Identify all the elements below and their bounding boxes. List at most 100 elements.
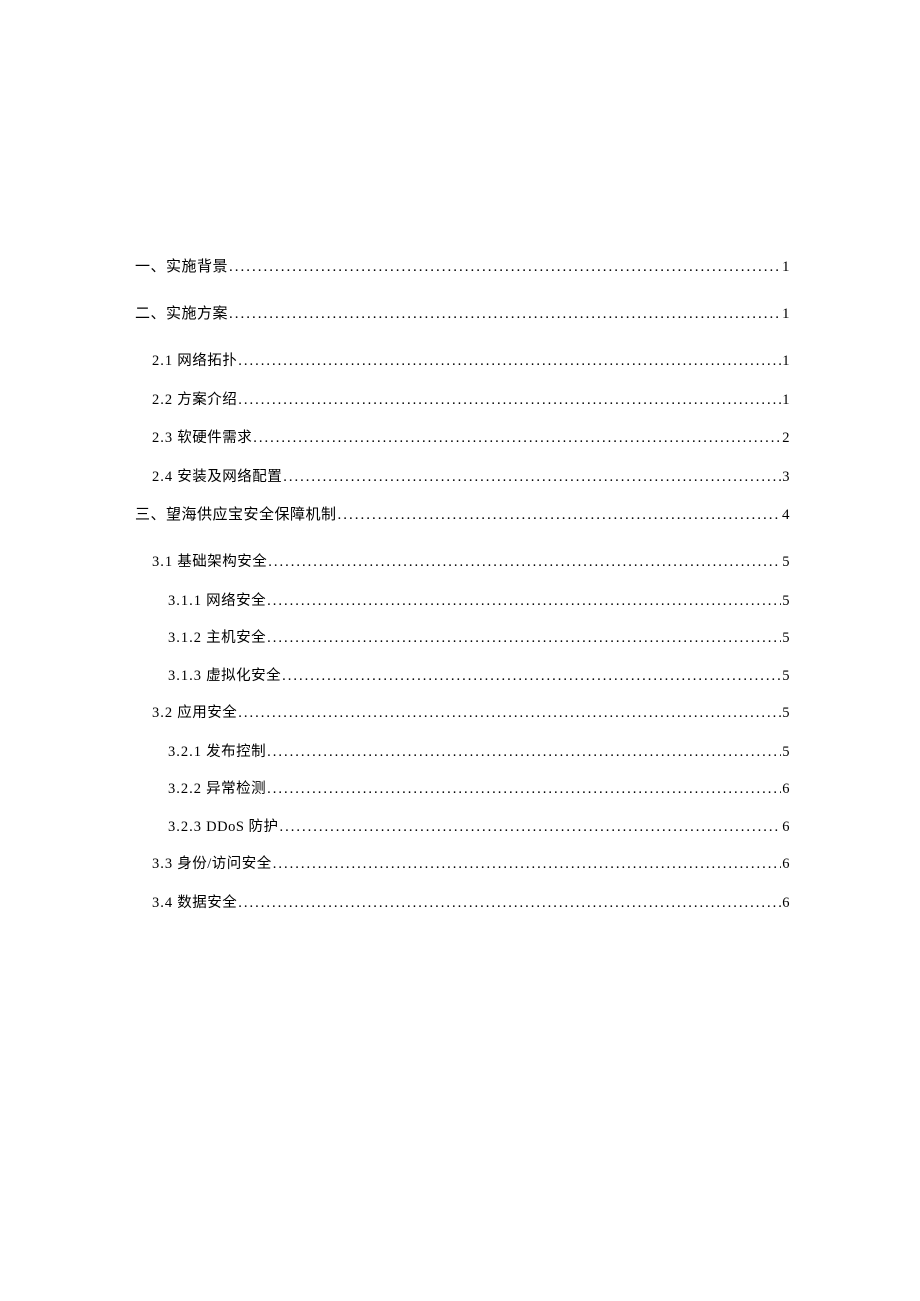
toc-entry-title: 虚拟化安全 [202,668,281,684]
toc-leader-dots [238,706,781,721]
toc-entry-number: 3.1.3 [168,669,202,684]
toc-entry-label: 二、实施方案 [135,307,228,322]
table-of-contents: 一、实施背景 1 二、实施方案 1 2.1 网络拓扑 1 2.2 方案介绍 1 2.3 软硬件需… [135,260,790,910]
toc-entry-number: 3.2 [152,706,173,721]
toc-entry-page: 5 [782,669,790,684]
toc-entry-page: 1 [782,307,790,322]
toc-entry: 3.2.2 异常检测 6 [135,782,790,797]
toc-leader-dots [267,631,781,646]
toc-leader-dots [282,669,781,684]
toc-leader-dots [283,470,781,485]
toc-leader-dots [238,354,781,369]
toc-entry-number: 2.3 [152,431,173,446]
toc-entry-title: 身份/访问安全 [173,856,272,872]
toc-entry-label: 3.4 数据安全 [152,896,237,911]
toc-entry: 3.2 应用安全 5 [135,706,790,721]
toc-entry-page: 6 [782,782,790,797]
toc-leader-dots [267,745,781,760]
toc-entry-title: 网络拓扑 [173,353,237,369]
toc-entry-number: 2.4 [152,470,173,485]
toc-entry-label: 2.1 网络拓扑 [152,354,237,369]
toc-entry-number: 2.1 [152,354,173,369]
toc-entry-page: 6 [782,857,790,872]
toc-entry-page: 1 [782,354,790,369]
toc-entry-label: 3.3 身份/访问安全 [152,857,272,872]
toc-entry-number: 2.2 [152,393,173,408]
toc-entry-page: 6 [782,820,790,835]
toc-entry-label: 3.2 应用安全 [152,706,237,721]
toc-entry-number: 3.1.1 [168,594,202,609]
toc-entry-label: 3.2.3 DDoS 防护 [168,820,279,835]
toc-entry-number: 3.2.1 [168,745,202,760]
toc-entry-number: 3.2.2 [168,782,202,797]
toc-leader-dots [229,307,781,322]
toc-entry-label: 2.3 软硬件需求 [152,431,252,446]
toc-entry-page: 5 [782,594,790,609]
toc-leader-dots [267,782,781,797]
toc-entry-title: 一、实施背景 [135,259,228,275]
toc-entry-title: 网络安全 [202,593,266,609]
toc-entry-label: 3.1.2 主机安全 [168,631,266,646]
toc-entry: 3.3 身份/访问安全 6 [135,857,790,872]
toc-entry-title: 二、实施方案 [135,306,228,322]
toc-entry-page: 3 [782,470,790,485]
toc-entry-page: 1 [782,260,790,275]
toc-entry: 2.3 软硬件需求 2 [135,431,790,446]
toc-entry-title: 三、望海供应宝安全保障机制 [135,507,337,523]
toc-entry: 3.1.2 主机安全 5 [135,631,790,646]
toc-entry-number: 3.4 [152,896,173,911]
toc-entry-title: 安装及网络配置 [173,469,282,485]
toc-entry-label: 3.1 基础架构安全 [152,555,267,570]
toc-entry-page: 5 [782,706,790,721]
toc-leader-dots [238,393,781,408]
document-page: 一、实施背景 1 二、实施方案 1 2.1 网络拓扑 1 2.2 方案介绍 1 2.3 软硬件需… [0,0,920,910]
toc-entry: 三、望海供应宝安全保障机制 4 [135,508,790,523]
toc-entry-title: 数据安全 [173,895,237,911]
toc-entry-label: 一、实施背景 [135,260,228,275]
toc-leader-dots [229,260,781,275]
toc-entry: 3.1 基础架构安全 5 [135,555,790,570]
toc-entry-title: 异常检测 [202,781,266,797]
toc-entry-label: 3.2.2 异常检测 [168,782,266,797]
toc-entry: 3.1.1 网络安全 5 [135,594,790,609]
toc-entry-title: 方案介绍 [173,392,237,408]
toc-entry: 3.4 数据安全 6 [135,896,790,911]
toc-entry-page: 5 [782,631,790,646]
toc-entry-page: 6 [782,896,790,911]
toc-entry-label: 3.1.1 网络安全 [168,594,266,609]
toc-entry: 2.1 网络拓扑 1 [135,354,790,369]
toc-entry-number: 3.1 [152,555,173,570]
toc-entry-title: 基础架构安全 [173,554,267,570]
toc-leader-dots [268,555,781,570]
toc-entry-label: 3.1.3 虚拟化安全 [168,669,281,684]
toc-entry-page: 5 [782,745,790,760]
toc-leader-dots [238,896,781,911]
toc-entry: 二、实施方案 1 [135,307,790,322]
toc-entry-label: 3.2.1 发布控制 [168,745,266,760]
toc-leader-dots [280,820,782,835]
toc-entry-page: 1 [782,393,790,408]
toc-entry-label: 2.4 安装及网络配置 [152,470,282,485]
toc-leader-dots [273,857,781,872]
toc-entry-title: 应用安全 [173,705,237,721]
toc-entry-title: 主机安全 [202,630,266,646]
toc-entry-title: 软硬件需求 [173,430,252,446]
toc-leader-dots [253,431,781,446]
toc-entry: 一、实施背景 1 [135,260,790,275]
toc-entry-label: 三、望海供应宝安全保障机制 [135,508,337,523]
toc-leader-dots [267,594,781,609]
toc-entry-number: 3.2.3 [168,820,202,835]
toc-entry-title: 发布控制 [202,744,266,760]
toc-entry-page: 2 [782,431,790,446]
toc-entry: 2.2 方案介绍 1 [135,393,790,408]
toc-entry-page: 4 [782,508,790,523]
toc-entry-number: 3.1.2 [168,631,202,646]
toc-entry-number: 3.3 [152,857,173,872]
toc-entry: 3.2.1 发布控制 5 [135,745,790,760]
toc-entry-label: 2.2 方案介绍 [152,393,237,408]
toc-entry-page: 5 [782,555,790,570]
toc-leader-dots [338,508,781,523]
toc-entry: 3.2.3 DDoS 防护 6 [135,820,790,835]
toc-entry: 3.1.3 虚拟化安全 5 [135,669,790,684]
toc-entry: 2.4 安装及网络配置 3 [135,470,790,485]
